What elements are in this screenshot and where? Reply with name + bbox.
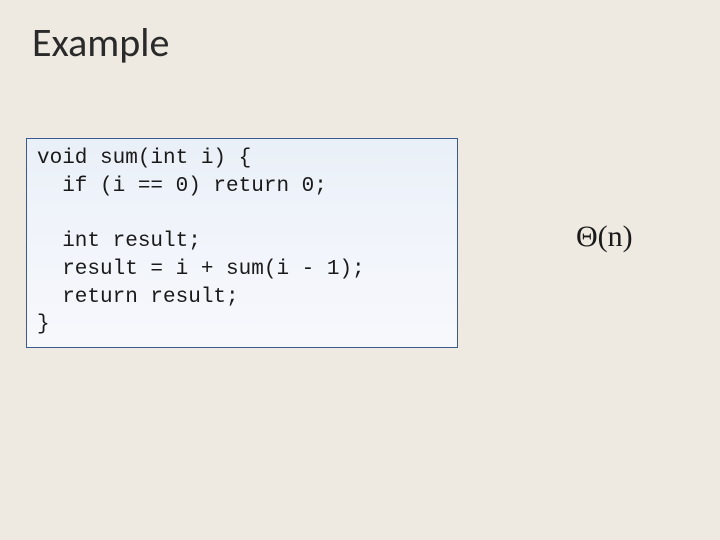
- slide-title: Example: [32, 18, 169, 67]
- code-box: void sum(int i) { if (i == 0) return 0; …: [26, 138, 458, 348]
- code-block: void sum(int i) { if (i == 0) return 0; …: [37, 145, 447, 339]
- slide: Example void sum(int i) { if (i == 0) re…: [0, 0, 720, 540]
- complexity-label: Θ(n): [576, 220, 633, 254]
